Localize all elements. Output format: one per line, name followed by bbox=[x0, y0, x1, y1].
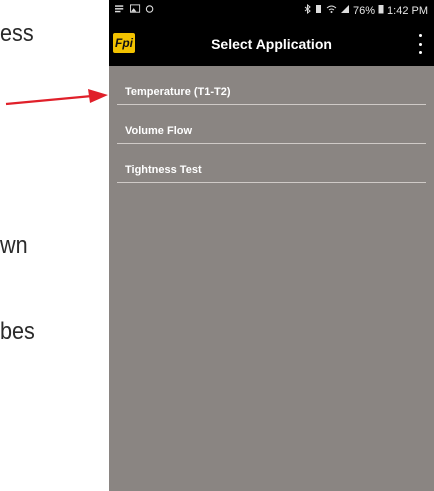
battery-percent: 76% bbox=[353, 4, 376, 17]
list-item-volume-flow[interactable]: Volume Flow bbox=[117, 105, 426, 144]
vibrate-icon bbox=[314, 4, 323, 17]
more-vert-icon[interactable] bbox=[416, 34, 424, 54]
signal-icon bbox=[340, 4, 350, 17]
list-item-temperature[interactable]: Temperature (T1-T2) bbox=[117, 66, 426, 105]
notification-icon bbox=[115, 4, 126, 17]
status-bar: 76% 1:42 PM bbox=[109, 0, 434, 22]
app-bar: Fpi Select Application bbox=[109, 22, 434, 66]
status-left-icons bbox=[115, 4, 156, 17]
phone-screen: 76% 1:42 PM Fpi Select Application Tempe… bbox=[109, 0, 434, 491]
list-item-tightness-test[interactable]: Tightness Test bbox=[117, 144, 426, 183]
bluetooth-icon bbox=[304, 3, 311, 17]
battery-icon bbox=[378, 4, 384, 17]
status-right-icons: 76% 1:42 PM bbox=[304, 3, 428, 17]
application-list: Temperature (T1-T2) Volume Flow Tightnes… bbox=[109, 66, 434, 183]
list-item-label: Tightness Test bbox=[125, 164, 202, 176]
list-item-label: Temperature (T1-T2) bbox=[125, 86, 231, 98]
clock-time: 1:42 PM bbox=[387, 4, 428, 17]
image-icon bbox=[130, 4, 141, 17]
wifi-icon bbox=[326, 4, 337, 17]
page-title: Select Application bbox=[211, 36, 332, 52]
sync-icon bbox=[145, 4, 156, 17]
list-item-label: Volume Flow bbox=[125, 125, 193, 137]
